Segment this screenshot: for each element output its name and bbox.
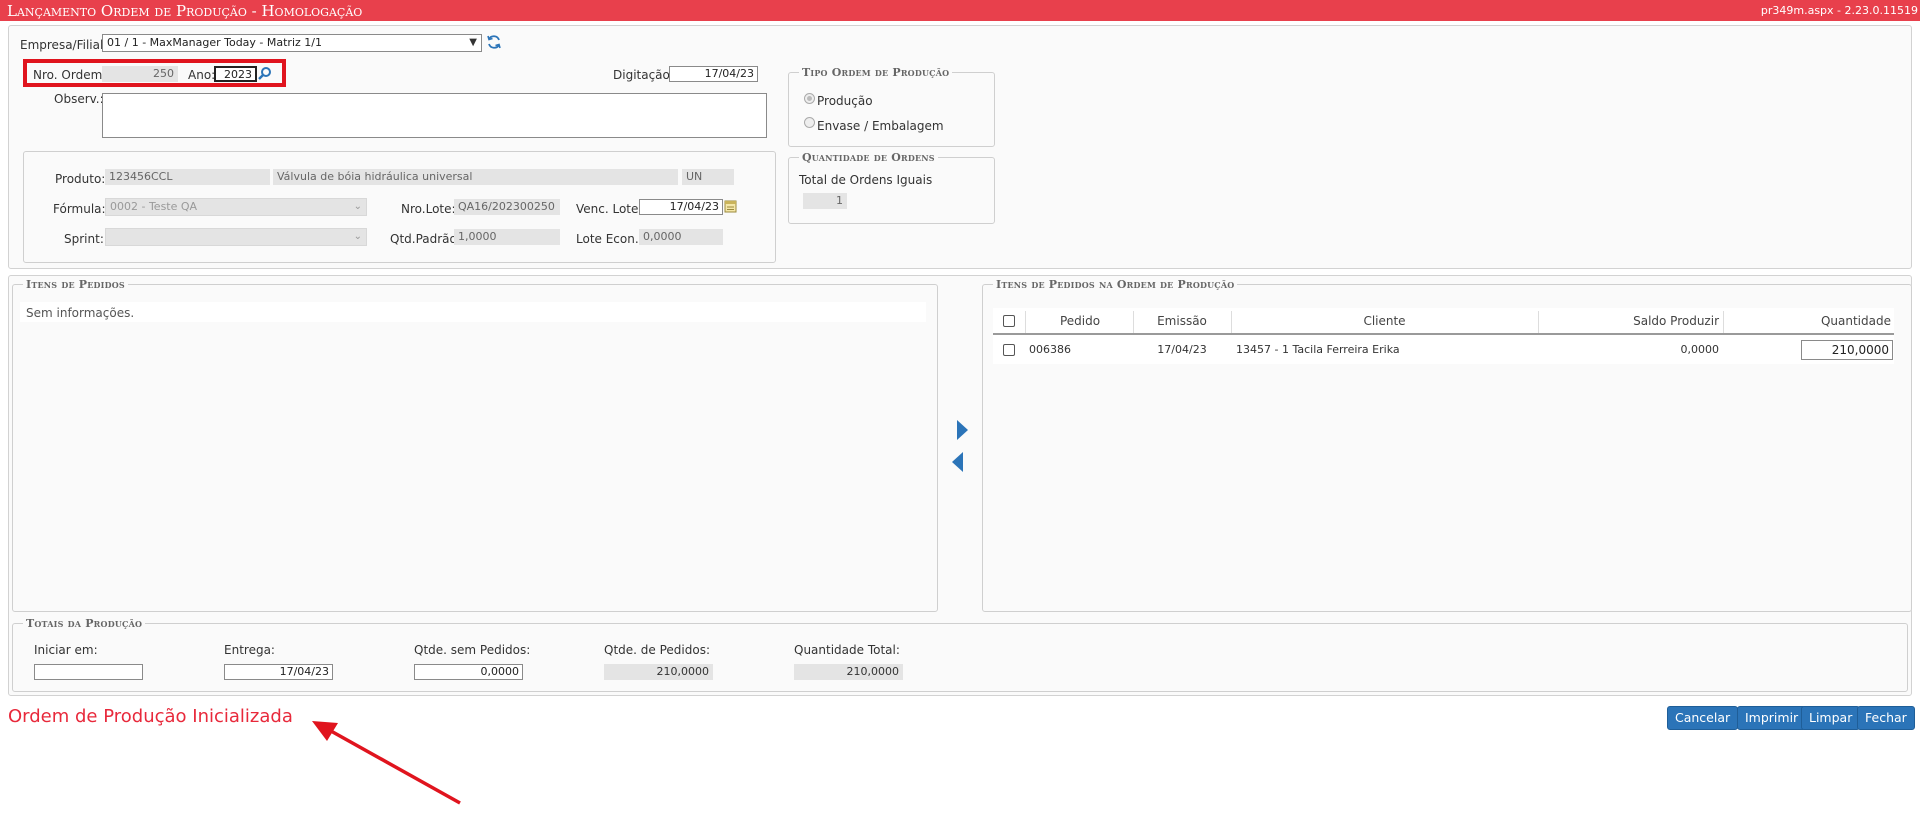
empresa-select[interactable]: 01 / 1 - MaxManager Today - Matriz 1/1 ▼ bbox=[102, 34, 482, 52]
table-header: Pedido Emissão Cliente Saldo Produzir Qu… bbox=[993, 308, 1894, 335]
iniciar-field[interactable] bbox=[34, 664, 143, 680]
itens-pedidos-empty-text: Sem informações. bbox=[26, 306, 135, 320]
col-header-emissao[interactable]: Emissão bbox=[1134, 308, 1230, 334]
observ-label: Observ.: bbox=[54, 92, 104, 106]
radio-envase[interactable] bbox=[804, 117, 815, 128]
itens-ordem-legend: Itens de Pedidos na Ordem de Produção bbox=[996, 278, 1235, 291]
chevron-down-icon: ▼ bbox=[469, 37, 477, 48]
totais-fieldset: Totais da Produção bbox=[12, 617, 1908, 692]
qtd-padrao-field: 1,0000 bbox=[454, 229, 560, 245]
produto-unit-field: UN bbox=[682, 169, 734, 185]
col-divider bbox=[1025, 311, 1026, 333]
chevron-down-icon: ⌄ bbox=[353, 231, 362, 242]
venc-lote-label: Venc. Lote: bbox=[576, 202, 643, 216]
total-ordens-field: 1 bbox=[803, 193, 847, 209]
total-ordens-label: Total de Ordens Iguais bbox=[799, 173, 933, 187]
sprint-label: Sprint: bbox=[64, 232, 104, 246]
radio-producao[interactable] bbox=[804, 93, 815, 104]
totais-legend: Totais da Produção bbox=[26, 617, 143, 630]
select-all-checkbox[interactable] bbox=[1003, 315, 1015, 327]
quantidade-ordens-fieldset: Quantidade de Ordens bbox=[788, 151, 995, 224]
version-label: pr349m.aspx - 2.23.0.11519 bbox=[1760, 4, 1918, 17]
observ-textarea[interactable] bbox=[102, 93, 767, 138]
nro-lote-label: Nro.Lote: bbox=[401, 202, 456, 216]
itens-pedidos-legend: Itens de Pedidos bbox=[26, 278, 125, 291]
produto-label: Produto: bbox=[55, 172, 106, 186]
nro-ordem-field[interactable]: 250 bbox=[102, 66, 178, 82]
fechar-button[interactable]: Fechar bbox=[1857, 706, 1915, 730]
status-message: Ordem de Produção Inicializada bbox=[8, 706, 293, 727]
cancelar-button[interactable]: Cancelar bbox=[1667, 706, 1739, 730]
entrega-label: Entrega: bbox=[224, 643, 275, 657]
qtde-pedidos-field: 210,0000 bbox=[604, 664, 713, 680]
quantidade-total-field: 210,0000 bbox=[794, 664, 903, 680]
imprimir-button[interactable]: Imprimir bbox=[1737, 706, 1807, 730]
qtde-pedidos-label: Qtde. de Pedidos: bbox=[604, 643, 710, 657]
formula-select-value: 0002 - Teste QA bbox=[110, 200, 198, 213]
nro-lote-field: QA16/202300250 bbox=[454, 199, 560, 215]
search-icon[interactable] bbox=[257, 66, 272, 81]
col-header-quantidade[interactable]: Quantidade bbox=[1724, 308, 1894, 334]
produto-code-field: 123456CCL bbox=[105, 169, 270, 185]
cell-emissao: 17/04/23 bbox=[1157, 343, 1207, 356]
tipo-ordem-legend: Tipo Ordem de Produção bbox=[802, 66, 950, 79]
quantidade-ordens-legend: Quantidade de Ordens bbox=[802, 151, 935, 164]
ano-label: Ano: bbox=[188, 68, 216, 82]
cell-cliente: 13457 - 1 Tacila Ferreira Erika bbox=[1236, 343, 1400, 356]
qtd-padrao-label: Qtd.Padrão: bbox=[390, 232, 461, 246]
limpar-button[interactable]: Limpar bbox=[1801, 706, 1861, 730]
sprint-select[interactable]: ⌄ bbox=[105, 228, 367, 246]
empresa-label: Empresa/Filial: bbox=[20, 38, 108, 52]
annotation-arrow bbox=[312, 721, 461, 805]
page-title: Lançamento Ordem de Produção - Homologaç… bbox=[7, 2, 363, 20]
radio-envase-label[interactable]: Envase / Embalagem bbox=[817, 119, 944, 133]
col-header-saldo[interactable]: Saldo Produzir bbox=[1539, 308, 1722, 334]
venc-lote-field[interactable]: 17/04/23 bbox=[639, 199, 723, 215]
triangle-right-icon[interactable] bbox=[954, 419, 970, 441]
col-header-cliente[interactable]: Cliente bbox=[1232, 308, 1537, 334]
lote-econ-field: 0,0000 bbox=[639, 229, 723, 245]
itens-pedidos-empty-row bbox=[20, 302, 926, 322]
produto-desc-field: Válvula de bóia hidráulica universal bbox=[273, 169, 678, 185]
formula-select[interactable]: 0002 - Teste QA ⌄ bbox=[105, 198, 367, 216]
radio-producao-label[interactable]: Produção bbox=[817, 94, 873, 108]
table-row[interactable]: 006386 17/04/23 13457 - 1 Tacila Ferreir… bbox=[993, 337, 1894, 363]
formula-label: Fórmula: bbox=[53, 202, 106, 216]
triangle-left-icon[interactable] bbox=[950, 451, 966, 473]
chevron-down-icon: ⌄ bbox=[353, 201, 362, 212]
cell-saldo: 0,0000 bbox=[1680, 343, 1720, 356]
row-checkbox[interactable] bbox=[1003, 344, 1015, 356]
itens-ordem-table: Pedido Emissão Cliente Saldo Produzir Qu… bbox=[993, 308, 1894, 364]
itens-pedidos-fieldset: Itens de Pedidos bbox=[12, 278, 938, 612]
digitacao-label: Digitação: bbox=[613, 68, 674, 82]
qtde-sem-pedidos-label: Qtde. sem Pedidos: bbox=[414, 643, 531, 657]
ano-field[interactable]: 2023 bbox=[214, 66, 257, 82]
col-header-pedido[interactable]: Pedido bbox=[1028, 308, 1132, 334]
calendar-icon[interactable] bbox=[724, 199, 737, 213]
cell-pedido: 006386 bbox=[1029, 343, 1071, 356]
iniciar-label: Iniciar em: bbox=[34, 643, 98, 657]
digitacao-field[interactable]: 17/04/23 bbox=[669, 66, 758, 82]
nro-ordem-label: Nro. Ordem: bbox=[33, 68, 107, 82]
quantidade-total-label: Quantidade Total: bbox=[794, 643, 900, 657]
empresa-select-value: 01 / 1 - MaxManager Today - Matriz 1/1 bbox=[107, 36, 322, 49]
lote-econ-label: Lote Econ.: bbox=[576, 232, 643, 246]
entrega-field[interactable]: 17/04/23 bbox=[224, 664, 333, 680]
cell-quantidade-input[interactable]: 210,0000 bbox=[1801, 340, 1893, 360]
qtde-sem-pedidos-field[interactable]: 0,0000 bbox=[414, 664, 523, 680]
refresh-icon[interactable] bbox=[486, 34, 502, 50]
